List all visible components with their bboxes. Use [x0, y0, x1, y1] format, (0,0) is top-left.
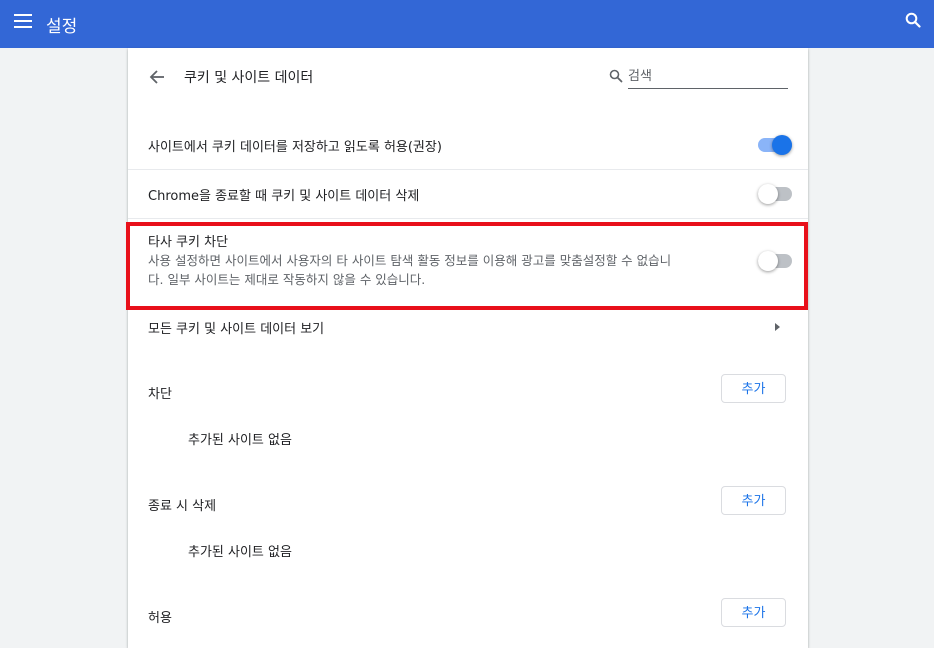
chevron-right-icon[interactable] — [774, 322, 782, 332]
allow-cookies-toggle[interactable] — [758, 135, 792, 155]
clear-on-exit-toggle[interactable] — [758, 184, 792, 204]
search-icon — [609, 69, 623, 83]
divider — [128, 218, 808, 219]
search-input[interactable] — [628, 64, 788, 89]
description-line: 다. 일부 사이트는 제대로 작동하지 않을 수 있습니다. — [148, 272, 426, 287]
block-third-party-description: 사용 설정하면 사이트에서 사용자의 타 사이트 탐색 활동 정보를 이용해 광… — [148, 251, 733, 289]
allow-add-button[interactable]: 추가 — [721, 598, 786, 627]
view-all-cookies-link[interactable]: 모든 쿠키 및 사이트 데이터 보기 — [148, 318, 324, 337]
menu-icon[interactable] — [14, 14, 32, 28]
divider — [128, 169, 808, 170]
top-app-bar: 설정 — [0, 0, 934, 48]
block-third-party-label: 타사 쿠키 차단 — [148, 235, 229, 250]
clear-on-exit-empty-text: 추가된 사이트 없음 — [188, 545, 292, 560]
clear-on-exit-label: Chrome을 종료할 때 쿠키 및 사이트 데이터 삭제 — [148, 189, 420, 204]
clear-on-exit-add-button[interactable]: 추가 — [721, 486, 786, 515]
allow-section-title: 허용 — [148, 611, 172, 626]
allow-cookies-label: 사이트에서 쿠키 데이터를 저장하고 읽도록 허용(권장) — [148, 140, 442, 155]
search-icon[interactable] — [905, 12, 921, 28]
block-section-title: 차단 — [148, 387, 172, 402]
page-title: 쿠키 및 사이트 데이터 — [184, 70, 314, 86]
block-third-party-toggle[interactable] — [758, 251, 792, 271]
description-line: 사용 설정하면 사이트에서 사용자의 타 사이트 탐색 활동 정보를 이용해 광… — [148, 253, 672, 268]
app-title: 설정 — [46, 17, 78, 37]
settings-card: 쿠키 및 사이트 데이터 사이트에서 쿠키 데이터를 저장하고 읽도록 허용(권… — [128, 48, 808, 648]
block-empty-text: 추가된 사이트 없음 — [188, 433, 292, 448]
back-arrow-icon[interactable] — [148, 68, 166, 86]
block-add-button[interactable]: 추가 — [721, 374, 786, 403]
clear-on-exit-section-title: 종료 시 삭제 — [148, 499, 217, 514]
